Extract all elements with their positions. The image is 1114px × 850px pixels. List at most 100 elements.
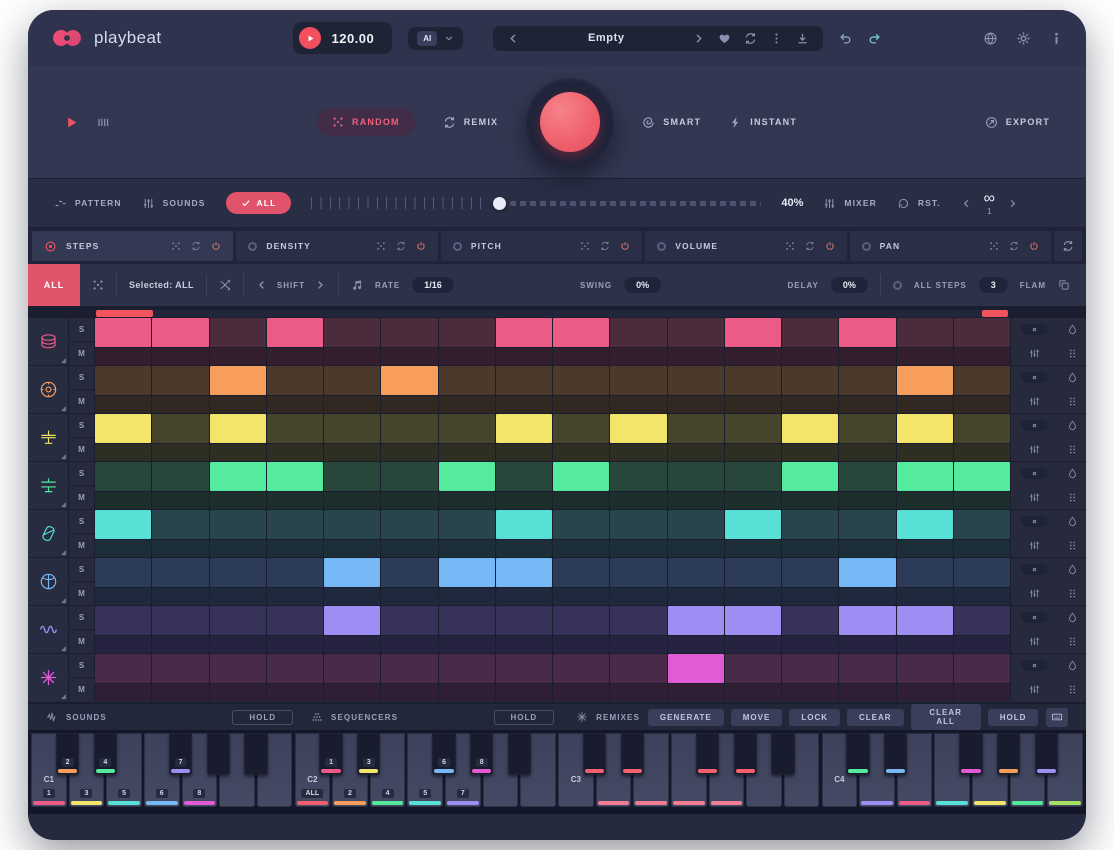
all-steps-value[interactable]: 3 bbox=[979, 277, 1008, 293]
step-5-10[interactable] bbox=[610, 510, 666, 539]
substep-5-6[interactable] bbox=[381, 540, 437, 557]
cycle-icon[interactable] bbox=[191, 241, 201, 251]
step-5-16[interactable] bbox=[954, 510, 1010, 539]
step-6-13[interactable] bbox=[782, 558, 838, 587]
substep-6-14[interactable] bbox=[839, 588, 895, 605]
step-2-6[interactable] bbox=[381, 366, 437, 395]
substep-6-4[interactable] bbox=[267, 588, 323, 605]
piano-key-F#4[interactable] bbox=[959, 733, 982, 775]
step-2-5[interactable] bbox=[324, 366, 380, 395]
step-7-3[interactable] bbox=[210, 606, 266, 635]
power-icon[interactable] bbox=[1029, 241, 1039, 251]
track-sliders-icon[interactable] bbox=[1011, 678, 1058, 702]
step-4-10[interactable] bbox=[610, 462, 666, 491]
step-5-5[interactable] bbox=[324, 510, 380, 539]
substep-7-12[interactable] bbox=[725, 636, 781, 653]
piano-key-C#3[interactable] bbox=[583, 733, 606, 775]
piano-key-D#1[interactable]: 4 bbox=[94, 733, 117, 775]
lock-button[interactable]: LOCK bbox=[789, 709, 840, 726]
step-2-13[interactable] bbox=[782, 366, 838, 395]
step-8-7[interactable] bbox=[439, 654, 495, 683]
step-4-12[interactable] bbox=[725, 462, 781, 491]
metronome-play-button[interactable] bbox=[299, 27, 321, 49]
step-8-15[interactable] bbox=[897, 654, 953, 683]
substep-5-2[interactable] bbox=[152, 540, 208, 557]
drag-handle-icon[interactable] bbox=[1058, 678, 1086, 702]
power-icon[interactable] bbox=[211, 241, 221, 251]
substep-5-15[interactable] bbox=[897, 540, 953, 557]
substep-3-13[interactable] bbox=[782, 444, 838, 461]
substep-8-10[interactable] bbox=[610, 684, 666, 701]
copy-icon[interactable] bbox=[1058, 279, 1070, 291]
piano-key-G#2[interactable]: 8 bbox=[470, 733, 493, 775]
step-3-1[interactable] bbox=[95, 414, 151, 443]
substep-4-4[interactable] bbox=[267, 492, 323, 509]
substep-8-11[interactable] bbox=[668, 684, 724, 701]
step-4-5[interactable] bbox=[324, 462, 380, 491]
substep-7-5[interactable] bbox=[324, 636, 380, 653]
substep-8-4[interactable] bbox=[267, 684, 323, 701]
substep-2-9[interactable] bbox=[553, 396, 609, 413]
step-1-4[interactable] bbox=[267, 318, 323, 347]
step-6-10[interactable] bbox=[610, 558, 666, 587]
step-3-10[interactable] bbox=[610, 414, 666, 443]
step-5-15[interactable] bbox=[897, 510, 953, 539]
choke-drop-icon[interactable] bbox=[1058, 414, 1086, 438]
step-4-6[interactable] bbox=[381, 462, 437, 491]
step-1-11[interactable] bbox=[668, 318, 724, 347]
step-1-9[interactable] bbox=[553, 318, 609, 347]
substep-5-14[interactable] bbox=[839, 540, 895, 557]
substep-6-15[interactable] bbox=[897, 588, 953, 605]
piano-key-C#2[interactable]: 1 bbox=[319, 733, 342, 775]
piano-key-F#3[interactable] bbox=[696, 733, 719, 775]
substep-3-14[interactable] bbox=[839, 444, 895, 461]
substep-2-1[interactable] bbox=[95, 396, 151, 413]
clear-track-button[interactable] bbox=[1021, 612, 1048, 623]
step-6-2[interactable] bbox=[152, 558, 208, 587]
mute-button-6[interactable]: M bbox=[69, 582, 94, 605]
substep-3-8[interactable] bbox=[496, 444, 552, 461]
settings-gear-icon[interactable] bbox=[1016, 31, 1031, 46]
step-2-16[interactable] bbox=[954, 366, 1010, 395]
step-7-1[interactable] bbox=[95, 606, 151, 635]
clear-track-button[interactable] bbox=[1021, 564, 1048, 575]
solo-button-2[interactable]: S bbox=[69, 366, 94, 389]
piano-key-F#1[interactable]: 7 bbox=[169, 733, 192, 775]
substep-8-8[interactable] bbox=[496, 684, 552, 701]
step-5-1[interactable] bbox=[95, 510, 151, 539]
piano-key-A#2[interactable] bbox=[508, 733, 531, 775]
substep-6-16[interactable] bbox=[954, 588, 1010, 605]
substep-6-10[interactable] bbox=[610, 588, 666, 605]
step-2-2[interactable] bbox=[152, 366, 208, 395]
all-tracks-tab[interactable]: ALL bbox=[28, 264, 80, 306]
substep-3-4[interactable] bbox=[267, 444, 323, 461]
substep-3-3[interactable] bbox=[210, 444, 266, 461]
power-icon[interactable] bbox=[416, 241, 426, 251]
substep-7-2[interactable] bbox=[152, 636, 208, 653]
step-1-10[interactable] bbox=[610, 318, 666, 347]
step-3-4[interactable] bbox=[267, 414, 323, 443]
substep-7-1[interactable] bbox=[95, 636, 151, 653]
bpm-value[interactable]: 120.00 bbox=[331, 31, 374, 46]
step-8-5[interactable] bbox=[324, 654, 380, 683]
substep-1-1[interactable] bbox=[95, 348, 151, 365]
substep-6-6[interactable] bbox=[381, 588, 437, 605]
move-button[interactable]: MOVE bbox=[731, 709, 783, 726]
substep-4-11[interactable] bbox=[668, 492, 724, 509]
mute-button-3[interactable]: M bbox=[69, 438, 94, 461]
step-5-9[interactable] bbox=[553, 510, 609, 539]
solo-button-3[interactable]: S bbox=[69, 414, 94, 437]
drag-handle-icon[interactable] bbox=[1058, 438, 1086, 462]
substep-1-3[interactable] bbox=[210, 348, 266, 365]
clear-track-button[interactable] bbox=[1021, 324, 1048, 335]
row-dice-icon[interactable] bbox=[92, 279, 104, 291]
undo-button[interactable] bbox=[839, 32, 852, 45]
step-2-11[interactable] bbox=[668, 366, 724, 395]
substep-7-9[interactable] bbox=[553, 636, 609, 653]
step-5-7[interactable] bbox=[439, 510, 495, 539]
step-8-4[interactable] bbox=[267, 654, 323, 683]
substep-4-16[interactable] bbox=[954, 492, 1010, 509]
step-3-3[interactable] bbox=[210, 414, 266, 443]
step-7-11[interactable] bbox=[668, 606, 724, 635]
cycle-icon[interactable] bbox=[396, 241, 406, 251]
